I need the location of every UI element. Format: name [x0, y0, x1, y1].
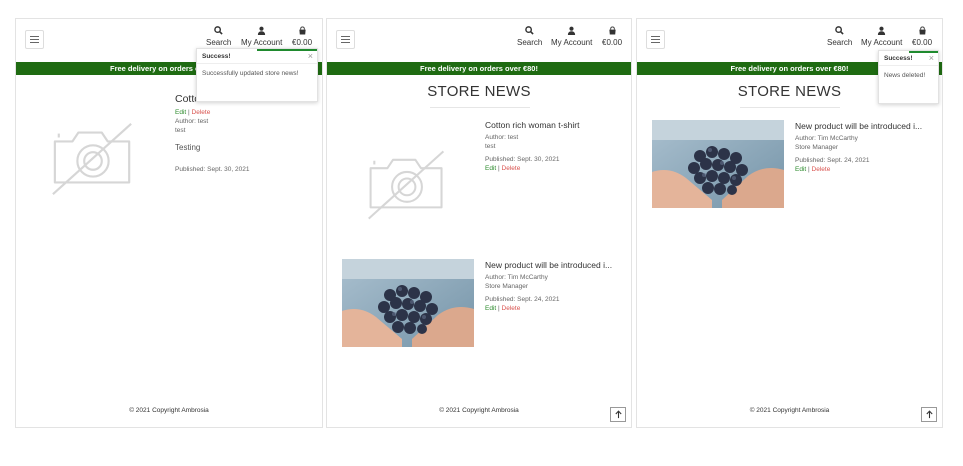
article-published: Published: Sept. 30, 2021 — [175, 166, 250, 173]
news-card-published: Published: Sept. 30, 2021 — [485, 156, 560, 163]
news-card-author: Author: test — [485, 134, 519, 141]
screen-panel-store-news: Search My Account €0.00 Free delivery on… — [326, 18, 632, 428]
nav-search-label: Search — [827, 38, 853, 47]
news-card-image[interactable] — [652, 120, 784, 208]
cart-total: €0.00 — [602, 38, 623, 47]
edit-link[interactable]: Edit — [795, 166, 806, 173]
cart-total: €0.00 — [292, 38, 313, 47]
news-card-actions: Edit | Delete — [485, 164, 625, 173]
search-icon — [827, 26, 852, 36]
news-card-published: Published: Sept. 24, 2021 — [795, 157, 870, 164]
link-separator: | — [808, 166, 810, 173]
nav-cart[interactable]: €0.00 — [292, 26, 312, 47]
title-divider — [430, 107, 530, 108]
news-card: Cotton rich woman t-shirt Author: test t… — [485, 121, 625, 173]
nav-my-account[interactable]: My Account — [241, 26, 282, 47]
nav-search-label: Search — [206, 38, 232, 47]
search-icon — [517, 26, 542, 36]
nav-account-label: My Account — [861, 38, 903, 47]
hamburger-menu-button[interactable] — [336, 30, 355, 49]
news-card-author-role: Store Manager — [795, 144, 838, 151]
article-body: Testing — [175, 143, 201, 152]
news-card-author-role: test — [485, 143, 496, 150]
edit-link[interactable]: Edit — [175, 109, 186, 116]
nav-search[interactable]: Search — [206, 26, 231, 47]
footer-copyright: © 2021 Copyright Ambrosia — [439, 407, 519, 414]
screen-panel-news-deleted: Search My Account €0.00 Free delivery on… — [636, 18, 943, 428]
news-card-author-role: Store Manager — [485, 283, 528, 290]
nav-search[interactable]: Search — [517, 26, 542, 47]
news-card-title[interactable]: Cotton rich woman t-shirt — [485, 121, 625, 130]
nav-account-label: My Account — [241, 38, 283, 47]
grapes-photo — [652, 120, 784, 208]
back-to-top-button[interactable] — [921, 407, 937, 422]
news-card-actions: Edit | Delete — [485, 304, 625, 313]
arrow-up-icon — [925, 410, 934, 419]
link-separator: | — [498, 165, 500, 172]
toast-message: Successfully updated store news! — [202, 70, 299, 77]
delete-link[interactable]: Delete — [192, 109, 211, 116]
cart-total: €0.00 — [912, 38, 933, 47]
toast-close-button[interactable]: × — [308, 51, 313, 61]
news-card-author: Author: Tim McCarthy — [795, 135, 858, 142]
nav-account-label: My Account — [551, 38, 593, 47]
delete-link[interactable]: Delete — [812, 166, 831, 173]
nav-my-account[interactable]: My Account — [861, 26, 902, 47]
article-author: Author: test — [175, 118, 209, 125]
no-image-placeholder — [49, 119, 137, 199]
nav-cart[interactable]: €0.00 — [602, 26, 622, 47]
article-detail: Cotton rich woman t-shirt Edit | Delete … — [175, 94, 320, 174]
edit-link[interactable]: Edit — [485, 305, 496, 312]
article-actions: Edit | Delete — [175, 108, 320, 117]
search-icon — [206, 26, 231, 36]
arrow-up-icon — [614, 410, 623, 419]
delivery-banner: Free delivery on orders over €80! — [327, 62, 631, 75]
grapes-photo — [342, 259, 474, 347]
user-icon — [241, 26, 282, 36]
news-card: New product will be introduced i... Auth… — [795, 122, 935, 174]
news-card-title[interactable]: New product will be introduced i... — [795, 122, 935, 131]
shopping-bag-icon — [292, 26, 312, 36]
link-separator: | — [498, 305, 500, 312]
footer-copyright: © 2021 Copyright Ambrosia — [129, 407, 209, 414]
news-card-title[interactable]: New product will be introduced i... — [485, 261, 625, 270]
news-card: New product will be introduced i... Auth… — [485, 261, 625, 313]
title-divider — [740, 107, 840, 108]
toast-message: News deleted! — [884, 72, 926, 79]
shopping-bag-icon — [602, 26, 622, 36]
screen-panel-edit-success: Search My Account €0.00 Free delivery on… — [15, 18, 323, 428]
nav-cart[interactable]: €0.00 — [912, 26, 932, 47]
nav-search-label: Search — [517, 38, 543, 47]
delete-link[interactable]: Delete — [502, 165, 521, 172]
news-card-published: Published: Sept. 24, 2021 — [485, 296, 560, 303]
page-title: STORE NEWS — [427, 83, 531, 100]
toast-title: Success! — [197, 49, 317, 64]
hamburger-menu-button[interactable] — [25, 30, 44, 49]
footer-copyright: © 2021 Copyright Ambrosia — [749, 407, 830, 414]
success-toast: Success! × News deleted! — [878, 50, 939, 104]
user-icon — [551, 26, 592, 36]
link-separator: | — [188, 109, 190, 116]
hamburger-menu-button[interactable] — [646, 30, 665, 49]
user-icon — [861, 26, 902, 36]
toast-close-button[interactable]: × — [929, 53, 934, 63]
camera-slash-icon — [365, 147, 449, 223]
back-to-top-button[interactable] — [610, 407, 626, 422]
shopping-bag-icon — [912, 26, 932, 36]
delete-link[interactable]: Delete — [502, 305, 521, 312]
camera-slash-icon — [49, 119, 137, 199]
success-toast: Success! × Successfully updated store ne… — [196, 48, 318, 102]
nav-search[interactable]: Search — [827, 26, 852, 47]
article-author-role: test — [175, 127, 186, 134]
news-card-actions: Edit | Delete — [795, 165, 935, 174]
edit-link[interactable]: Edit — [485, 165, 496, 172]
no-image-placeholder — [365, 147, 449, 223]
news-card-author: Author: Tim McCarthy — [485, 274, 548, 281]
news-card-image[interactable] — [342, 259, 474, 347]
nav-my-account[interactable]: My Account — [551, 26, 592, 47]
